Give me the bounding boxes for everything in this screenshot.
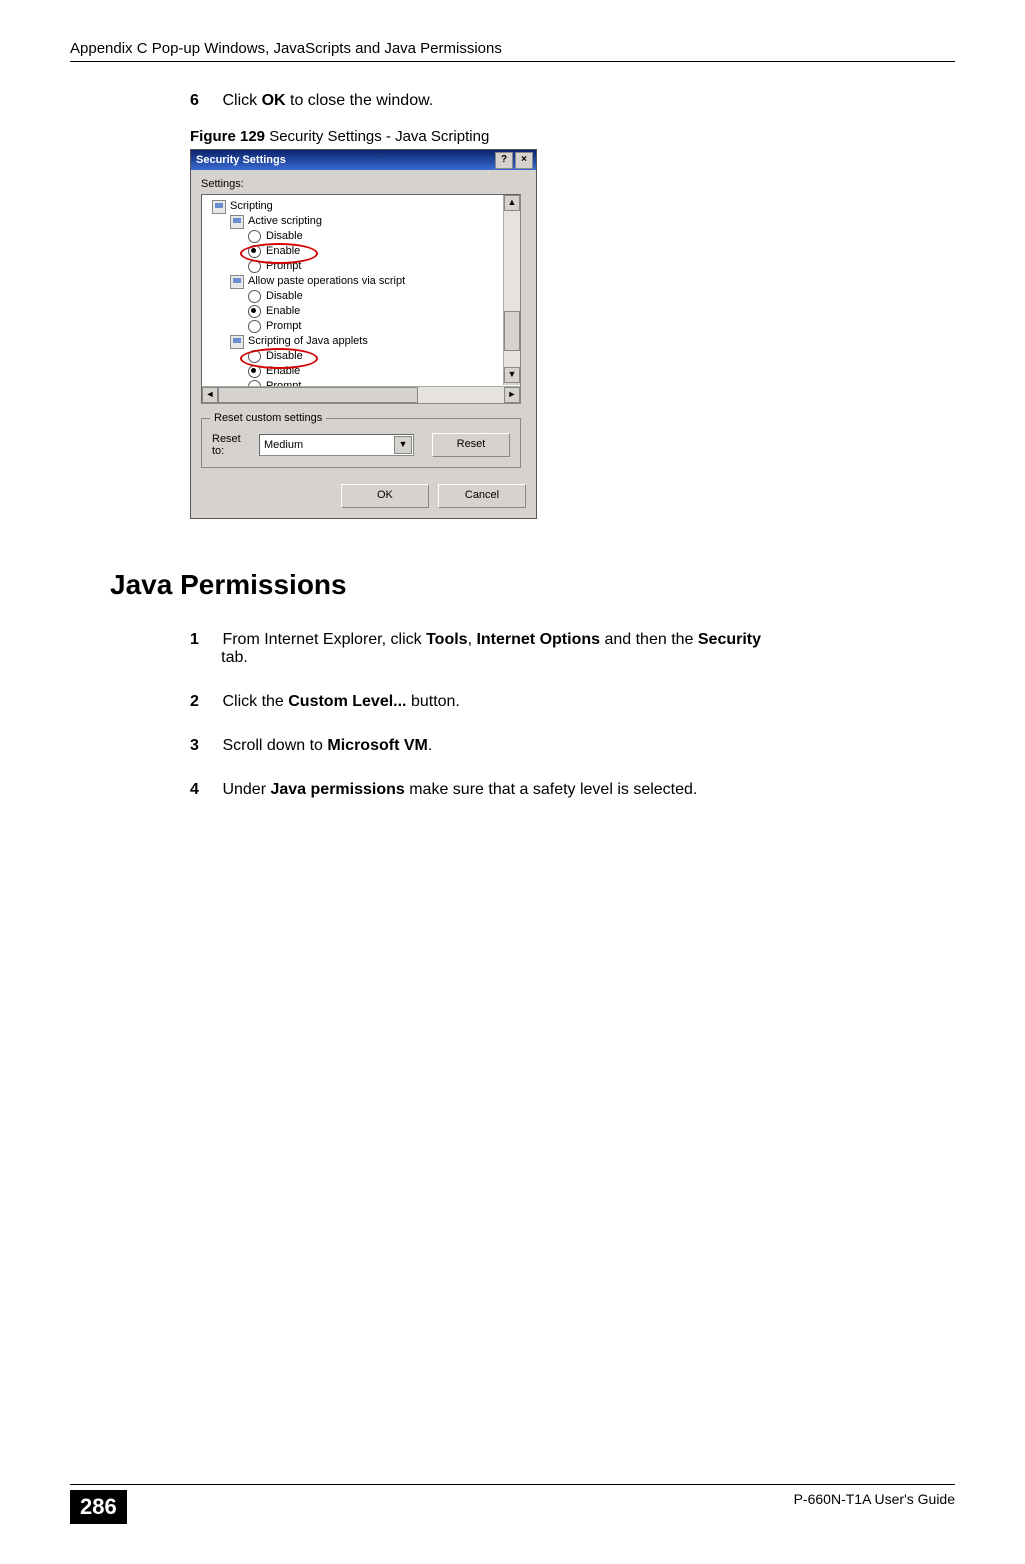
radio-enable[interactable]: Enable [208, 364, 504, 379]
tree-label: Scripting of Java applets [248, 334, 368, 349]
step-text: Scroll down to [222, 737, 327, 754]
step-number: 6 [190, 92, 218, 110]
ok-button[interactable]: OK [341, 484, 429, 508]
step-1: 1 From Internet Explorer, click Tools, I… [190, 631, 955, 667]
step-number: 4 [190, 781, 218, 799]
radio-label: Enable [266, 304, 300, 319]
radio-label: Disable [266, 289, 303, 304]
reset-level-select[interactable]: Medium ▼ [259, 434, 414, 456]
tree-node-active-scripting: Active scripting [208, 214, 504, 229]
section-heading-java-permissions: Java Permissions [110, 569, 955, 601]
radio-prompt[interactable]: Prompt [208, 319, 504, 334]
step-bold: Internet Options [476, 631, 600, 648]
reset-groupbox: Reset custom settings Reset to: Medium ▼… [201, 418, 521, 468]
tree-label: Active scripting [248, 214, 322, 229]
step-6: 6 Click OK to close the window. [190, 92, 955, 110]
step-text: From Internet Explorer, click [222, 631, 426, 648]
step-text: button. [407, 693, 460, 710]
tree-node-java-applets: Scripting of Java applets [208, 334, 504, 349]
radio-enable[interactable]: Enable [208, 304, 504, 319]
step-number: 3 [190, 737, 218, 755]
step-text: Click the [222, 693, 288, 710]
step-text: and then the [600, 631, 698, 648]
hscroll-track[interactable] [218, 387, 504, 403]
step-bold-ok: OK [262, 92, 286, 109]
tree-label: Allow paste operations via script [248, 274, 405, 289]
scroll-track[interactable] [504, 211, 520, 367]
groupbox-title: Reset custom settings [210, 412, 326, 424]
step-number: 2 [190, 693, 218, 711]
step-bold: Microsoft VM [327, 737, 427, 754]
chevron-down-icon[interactable]: ▼ [394, 436, 412, 454]
radio-icon [248, 260, 261, 273]
radio-icon [248, 365, 261, 378]
hscroll-thumb[interactable] [218, 387, 418, 403]
radio-icon [248, 305, 261, 318]
step-number: 1 [190, 631, 218, 649]
step-text: tab. [217, 649, 248, 666]
step-text-post: to close the window. [286, 92, 434, 109]
radio-enable[interactable]: Enable [208, 244, 504, 259]
running-header: Appendix C Pop-up Windows, JavaScripts a… [70, 40, 502, 57]
radio-disable[interactable]: Disable [208, 289, 504, 304]
step-text: . [428, 737, 432, 754]
radio-label: Enable [266, 244, 300, 259]
reset-button[interactable]: Reset [432, 433, 510, 457]
step-text: make sure that a safety level is selecte… [405, 781, 698, 798]
step-text-pre: Click [222, 92, 261, 109]
step-4: 4 Under Java permissions make sure that … [190, 781, 955, 799]
security-settings-dialog: Security Settings ? × Settings: Scriptin… [190, 149, 537, 519]
radio-label: Prompt [266, 259, 301, 274]
close-button[interactable]: × [515, 152, 533, 169]
vertical-scrollbar[interactable]: ▲ ▼ [503, 195, 520, 385]
tree-node-allow-paste: Allow paste operations via script [208, 274, 504, 289]
radio-icon [248, 290, 261, 303]
scroll-down-icon[interactable]: ▼ [504, 367, 520, 383]
settings-tree[interactable]: Scripting Active scripting Disable Enabl… [201, 194, 521, 404]
radio-prompt[interactable]: Prompt [208, 259, 504, 274]
page-number: 286 [70, 1490, 127, 1524]
figure-title: Security Settings - Java Scripting [265, 128, 489, 145]
radio-icon [248, 350, 261, 363]
radio-disable[interactable]: Disable [208, 349, 504, 364]
radio-label: Disable [266, 229, 303, 244]
radio-label: Prompt [266, 319, 301, 334]
tree-label: Scripting [230, 199, 273, 214]
radio-disable[interactable]: Disable [208, 229, 504, 244]
dialog-titlebar: Security Settings ? × [191, 150, 536, 170]
cancel-button[interactable]: Cancel [438, 484, 526, 508]
figure-caption: Figure 129 Security Settings - Java Scri… [190, 128, 955, 145]
scroll-left-icon[interactable]: ◄ [202, 387, 218, 403]
horizontal-scrollbar[interactable]: ◄ ► [202, 386, 520, 403]
step-bold: Security [698, 631, 761, 648]
radio-label: Enable [266, 364, 300, 379]
tree-node-scripting: Scripting [208, 199, 504, 214]
radio-icon [248, 230, 261, 243]
combo-value: Medium [264, 439, 303, 451]
scripting-icon [212, 200, 226, 214]
reset-to-label: Reset to: [212, 433, 253, 457]
step-bold: Java permissions [270, 781, 404, 798]
help-button[interactable]: ? [495, 152, 513, 169]
radio-label: Disable [266, 349, 303, 364]
step-text: Under [222, 781, 270, 798]
step-3: 3 Scroll down to Microsoft VM. [190, 737, 955, 755]
step-bold: Custom Level... [288, 693, 406, 710]
scroll-thumb[interactable] [504, 311, 520, 351]
step-bold: Tools [426, 631, 467, 648]
step-2: 2 Click the Custom Level... button. [190, 693, 955, 711]
figure-number: Figure 129 [190, 128, 265, 145]
subnode-icon [230, 275, 244, 289]
scroll-right-icon[interactable]: ► [504, 387, 520, 403]
radio-icon [248, 245, 261, 258]
dialog-title: Security Settings [194, 154, 493, 166]
radio-icon [248, 320, 261, 333]
subnode-icon [230, 215, 244, 229]
settings-label: Settings: [201, 178, 526, 190]
guide-title: P-660N-T1A User's Guide [794, 1491, 955, 1507]
scroll-up-icon[interactable]: ▲ [504, 195, 520, 211]
subnode-icon [230, 335, 244, 349]
page-footer: 286 P-660N-T1A User's Guide [70, 1484, 955, 1524]
